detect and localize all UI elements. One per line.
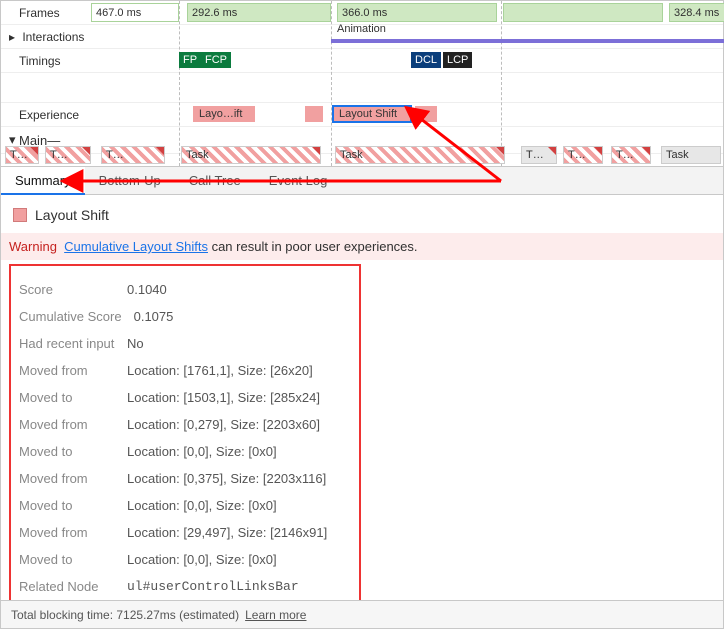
detail-value: No: [127, 336, 144, 351]
frame-block[interactable]: 467.0 ms: [91, 3, 179, 22]
detail-key: Moved to: [19, 390, 115, 405]
timing-badge-fp[interactable]: FP: [179, 52, 201, 68]
frame-block[interactable]: 366.0 ms: [337, 3, 497, 22]
detail-row: Had recent input No: [19, 330, 351, 357]
detail-value: Location: [0,0], Size: [0x0]: [127, 498, 277, 513]
disclosure-triangle-icon[interactable]: ▸: [9, 30, 19, 44]
tab-call-tree[interactable]: Call Tree: [175, 167, 255, 194]
detail-row: Related Node ul#userControlLinksBar: [19, 573, 351, 600]
interactions-track[interactable]: ▸ Interactions Animation: [1, 25, 723, 49]
timings-track-label: Timings: [19, 54, 61, 68]
layout-shift-block[interactable]: [415, 106, 437, 122]
detail-key: Moved to: [19, 552, 115, 567]
detail-key: Score: [19, 282, 115, 297]
detail-row: Moved to Location: [1503,1], Size: [285x2…: [19, 384, 351, 411]
detail-key: Had recent input: [19, 336, 115, 351]
layout-shift-block[interactable]: Layo…ift: [193, 106, 255, 122]
detail-key: Moved from: [19, 363, 115, 378]
timing-badge-dcl[interactable]: DCL: [411, 52, 441, 68]
frames-track-label: Frames: [19, 6, 60, 20]
frames-track[interactable]: Frames 467.0 ms 292.6 ms 366.0 ms 328.4 …: [1, 1, 723, 25]
timings-track[interactable]: Timings FP FCP DCL LCP: [1, 49, 723, 73]
detail-value: Location: [1761,1], Size: [26x20]: [127, 363, 313, 378]
detail-row: Moved to Location: [0,0], Size: [0x0]: [19, 438, 351, 465]
detail-key: Cumulative Score: [19, 309, 122, 324]
layout-shift-block[interactable]: [305, 106, 323, 122]
warning-text: can result in poor user experiences.: [208, 239, 418, 254]
detail-value: 0.1040: [127, 282, 167, 297]
detail-key: Moved to: [19, 498, 115, 513]
learn-more-link[interactable]: Learn more: [245, 608, 306, 622]
task-block[interactable]: Task: [661, 146, 721, 164]
animation-bar[interactable]: [331, 39, 724, 43]
task-block[interactable]: T…: [521, 146, 557, 164]
detail-value: 0.1075: [134, 309, 174, 324]
detail-key: Moved from: [19, 525, 115, 540]
task-block[interactable]: T…: [5, 146, 39, 164]
footer-bar: Total blocking time: 7125.27ms (estimate…: [1, 600, 723, 628]
detail-key: Moved from: [19, 417, 115, 432]
task-block[interactable]: T…: [563, 146, 603, 164]
detail-key: Moved from: [19, 471, 115, 486]
warning-label: Warning: [9, 239, 57, 254]
overview-tracks: Frames 467.0 ms 292.6 ms 366.0 ms 328.4 …: [1, 1, 723, 167]
task-block[interactable]: Task: [181, 146, 321, 164]
total-blocking-time: Total blocking time: 7125.27ms (estimate…: [11, 608, 239, 622]
warning-banner: Warning Cumulative Layout Shifts can res…: [1, 233, 723, 260]
task-block[interactable]: T…: [45, 146, 91, 164]
detail-row: Moved from Location: [0,279], Size: [2203…: [19, 411, 351, 438]
experience-track-label: Experience: [19, 108, 79, 122]
detail-value: ul#userControlLinksBar: [127, 579, 299, 594]
interactions-track-label: Interactions: [22, 30, 84, 44]
summary-pane: Layout Shift Warning Cumulative Layout S…: [1, 195, 723, 614]
event-details: Score 0.1040 Cumulative Score 0.1075 Had rec…: [9, 264, 361, 614]
task-block[interactable]: T…: [101, 146, 165, 164]
detail-row: Moved to Location: [0,0], Size: [0x0]: [19, 492, 351, 519]
layout-shift-block-selected[interactable]: Layout Shift: [333, 106, 411, 122]
details-tabstrip: Summary Bottom-Up Call Tree Event Log: [1, 167, 723, 195]
detail-key: Related Node: [19, 579, 115, 594]
tab-bottom-up[interactable]: Bottom-Up: [85, 167, 175, 194]
detail-row: Score 0.1040: [19, 276, 351, 303]
detail-row: Moved to Location: [0,0], Size: [0x0]: [19, 546, 351, 573]
detail-row: Moved from Location: [0,375], Size: [2203…: [19, 465, 351, 492]
detail-value: Location: [1503,1], Size: [285x24]: [127, 390, 320, 405]
task-block[interactable]: Task: [335, 146, 505, 164]
animation-label: Animation: [337, 23, 386, 35]
detail-row: Moved from Location: [1761,1], Size: [26x…: [19, 357, 351, 384]
detail-value: Location: [0,279], Size: [2203x60]: [127, 417, 320, 432]
detail-key: Moved to: [19, 444, 115, 459]
experience-track[interactable]: Experience Layo…ift Layout Shift: [1, 103, 723, 127]
warning-link[interactable]: Cumulative Layout Shifts: [64, 239, 208, 254]
tab-event-log[interactable]: Event Log: [255, 167, 342, 194]
frame-block[interactable]: [503, 3, 663, 22]
frame-block[interactable]: 328.4 ms: [669, 3, 724, 22]
detail-value: Location: [29,497], Size: [2146x91]: [127, 525, 327, 540]
detail-value: Location: [0,0], Size: [0x0]: [127, 444, 277, 459]
detail-row: Moved from Location: [29,497], Size: [214…: [19, 519, 351, 546]
tab-summary[interactable]: Summary: [1, 167, 85, 195]
timing-badge-lcp[interactable]: LCP: [443, 52, 472, 68]
task-block[interactable]: T…: [611, 146, 651, 164]
event-title: Layout Shift: [35, 207, 109, 223]
event-swatch: [13, 208, 27, 222]
detail-value: Location: [0,0], Size: [0x0]: [127, 552, 277, 567]
timing-badge-fcp[interactable]: FCP: [201, 52, 231, 68]
detail-value: Location: [0,375], Size: [2203x116]: [127, 471, 326, 486]
detail-row: Cumulative Score 0.1075: [19, 303, 351, 330]
frame-block[interactable]: 292.6 ms: [187, 3, 331, 22]
devtools-performance-panel: Frames 467.0 ms 292.6 ms 366.0 ms 328.4 …: [0, 0, 724, 629]
